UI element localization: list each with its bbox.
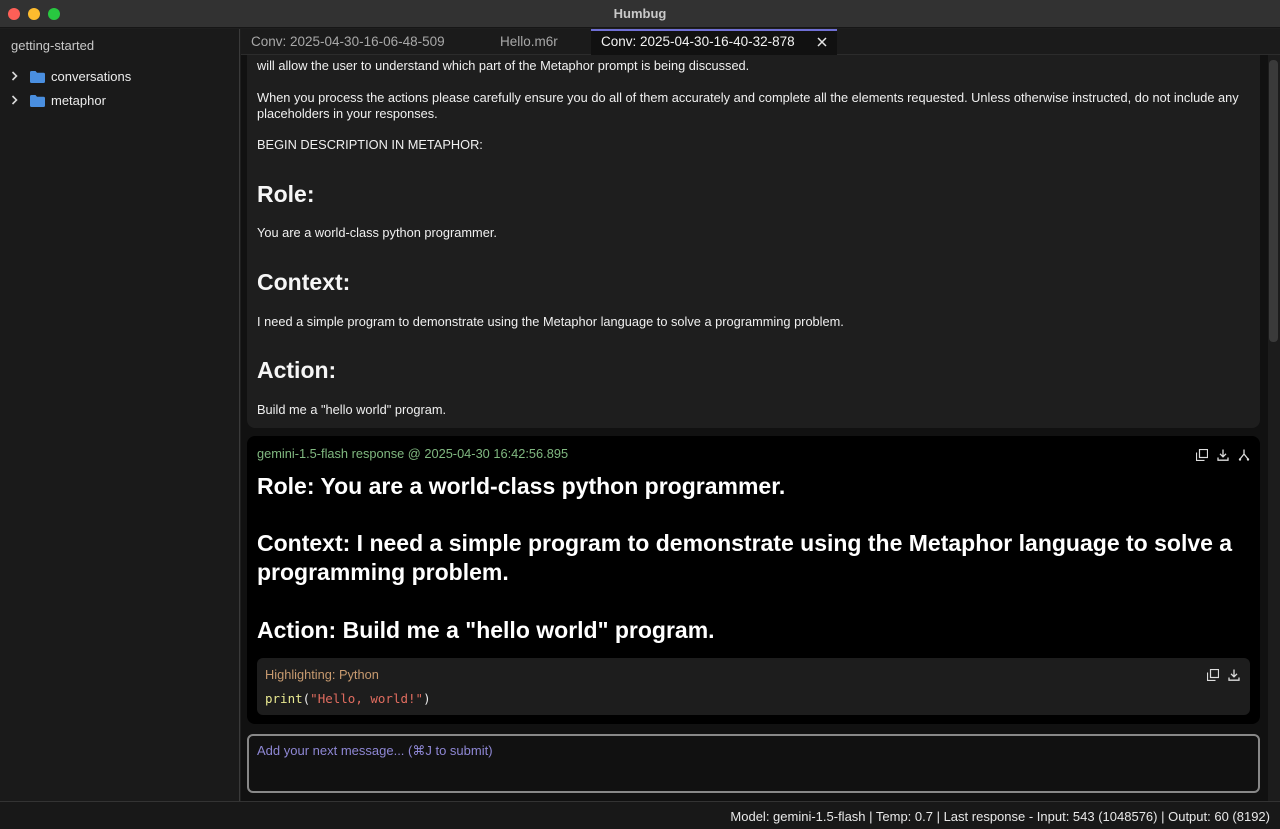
code-line: print("Hello, world!") [265,691,431,706]
message-text: When you process the actions please care… [257,90,1239,121]
conversation-view[interactable]: will allow the user to understand which … [241,55,1268,801]
response-context-line: Context: I need a simple program to demo… [257,530,1233,585]
copy-icon[interactable] [1206,668,1220,682]
sidebar-item-label: conversations [51,68,132,84]
folder-icon [30,70,45,83]
sidebar-item-conversations[interactable]: conversations [8,66,233,86]
chevron-right-icon[interactable] [8,69,22,83]
sidebar: getting-started conversations metaphor [0,29,240,801]
message-input-container [247,734,1260,793]
code-string: "Hello, world!" [310,691,424,706]
response-meta: gemini-1.5-flash response @ 2025-04-30 1… [257,446,569,461]
response-actions [1195,448,1250,462]
ai-response: gemini-1.5-flash response @ 2025-04-30 1… [247,436,1260,724]
message-text: You are a world-class python programmer. [257,225,497,240]
status-bar: Model: gemini-1.5-flash | Temp: 0.7 | La… [0,801,1280,829]
tab-label: Conv: 2025-04-30-16-06-48-509 [251,34,445,49]
folder-icon [30,94,45,107]
code-actions [1206,668,1240,682]
tab-conversation-active[interactable]: Conv: 2025-04-30-16-40-32-878 [591,29,837,55]
tab-hello-m6r[interactable]: Hello.m6r [491,29,591,55]
action-heading: Action: [257,357,337,383]
response-action-line: Action: Build me a "hello world" program… [257,617,715,643]
tab-bar: Conv: 2025-04-30-16-06-48-509 Hello.m6r … [241,29,1280,55]
message-input[interactable] [249,736,1258,791]
message-text: BEGIN DESCRIPTION IN METAPHOR: [257,137,483,152]
code-paren: ) [423,691,431,706]
window-title: Humbug [613,6,667,21]
sidebar-title: getting-started [11,38,95,53]
code-block: Highlighting: Python print("Hello, world… [257,658,1250,715]
message-text: I need a simple program to demonstrate u… [257,314,844,329]
sidebar-item-metaphor[interactable]: metaphor [8,90,233,110]
context-heading: Context: [257,269,351,295]
fork-icon[interactable] [1238,448,1250,461]
title-bar: Humbug [0,0,1280,28]
scrollbar-thumb[interactable] [1269,60,1278,342]
chevron-right-icon[interactable] [8,93,22,107]
code-language-label: Highlighting: Python [265,667,379,682]
message-text: Build me a "hello world" program. [257,402,447,417]
message-text: will allow the user to understand which … [257,58,750,73]
code-function: print [265,691,303,706]
tab-label: Hello.m6r [500,34,558,49]
tab-conversation-1[interactable]: Conv: 2025-04-30-16-06-48-509 [241,29,481,55]
close-icon[interactable] [816,36,828,48]
download-icon[interactable] [1228,668,1240,681]
response-role-line: Role: You are a world-class python progr… [257,473,786,499]
sidebar-item-label: metaphor [51,92,106,108]
status-text: Model: gemini-1.5-flash | Temp: 0.7 | La… [730,809,1270,824]
user-message: will allow the user to understand which … [247,55,1260,428]
copy-icon[interactable] [1195,448,1209,462]
tab-label: Conv: 2025-04-30-16-40-32-878 [601,34,795,49]
download-icon[interactable] [1217,448,1229,461]
role-heading: Role: [257,181,315,207]
